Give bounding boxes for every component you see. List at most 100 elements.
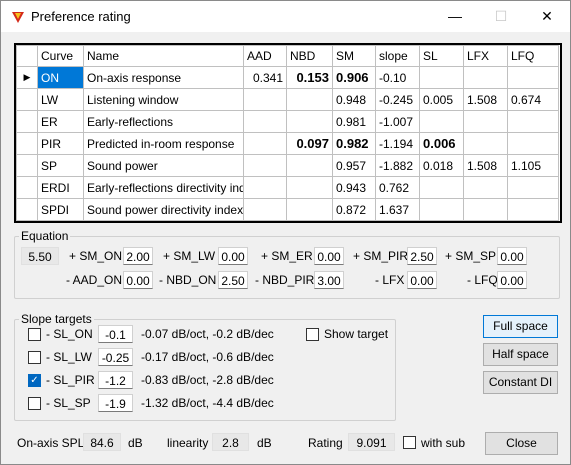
cell-name[interactable]: Sound power directivity index (83, 198, 244, 221)
sl-lw-checkbox[interactable] (28, 351, 41, 364)
row-selector[interactable] (16, 154, 38, 177)
constant-di-button[interactable]: Constant DI (483, 371, 558, 394)
cell-aad[interactable] (243, 110, 287, 133)
table-row[interactable]: PIR Predicted in-room response 0.097 0.9… (16, 132, 559, 155)
row-selector[interactable] (16, 110, 38, 133)
table-row[interactable]: ER Early-reflections 0.981 -1.007 (16, 110, 559, 133)
header-nbd[interactable]: NBD (286, 45, 333, 67)
cell-name[interactable]: Sound power (83, 154, 244, 177)
cell-lfx[interactable] (463, 176, 508, 199)
with-sub-label[interactable]: with sub (421, 436, 465, 450)
sl-sp-field[interactable]: -1.9 (98, 394, 133, 412)
rating-table[interactable]: Curve Name AAD NBD SM slope SL LFX LFQ ▶… (14, 43, 562, 223)
cell-aad[interactable] (243, 198, 287, 221)
sl-sp-checkbox[interactable] (28, 397, 41, 410)
cell-sl[interactable]: 0.005 (419, 88, 464, 111)
cell-lfq[interactable]: 0.674 (507, 88, 559, 111)
cell-slope[interactable]: 0.762 (375, 176, 420, 199)
cell-slope[interactable]: 1.637 (375, 198, 420, 221)
header-slope[interactable]: slope (375, 45, 420, 67)
cell-lfq[interactable] (507, 176, 559, 199)
cell-sl[interactable]: 0.018 (419, 154, 464, 177)
cell-curve[interactable]: ER (37, 110, 84, 133)
cell-slope[interactable]: -0.10 (375, 66, 420, 89)
sl-on-checkbox[interactable] (28, 328, 41, 341)
table-row[interactable]: SP Sound power 0.957 -1.882 0.018 1.508 … (16, 154, 559, 177)
cell-sm[interactable]: 0.943 (332, 176, 376, 199)
full-space-button[interactable]: Full space (483, 315, 558, 338)
table-row[interactable]: ERDI Early-reflections directivity index… (16, 176, 559, 199)
cell-nbd[interactable] (286, 198, 333, 221)
cell-slope[interactable]: -0.245 (375, 88, 420, 111)
cell-nbd[interactable]: 0.153 (286, 66, 333, 89)
cell-curve[interactable]: SP (37, 154, 84, 177)
cell-sm[interactable]: 0.957 (332, 154, 376, 177)
show-target-checkbox[interactable] (306, 328, 319, 341)
sl-lw-field[interactable]: -0.25 (98, 348, 133, 366)
row-selector[interactable] (16, 176, 38, 199)
sm-lw-field[interactable]: 0.00 (218, 247, 248, 265)
cell-lfx[interactable]: 1.508 (463, 154, 508, 177)
sm-sp-field[interactable]: 0.00 (497, 247, 527, 265)
cell-name[interactable]: Early-reflections (83, 110, 244, 133)
cell-lfx[interactable] (463, 110, 508, 133)
cell-name[interactable]: Listening window (83, 88, 244, 111)
cell-lfx[interactable] (463, 132, 508, 155)
table-row[interactable]: ▶ ON On-axis response 0.341 0.153 0.906 … (16, 66, 559, 89)
cell-lfx[interactable] (463, 66, 508, 89)
cell-sl[interactable] (419, 198, 464, 221)
cell-curve[interactable]: PIR (37, 132, 84, 155)
row-selector[interactable] (16, 198, 38, 221)
header-sm[interactable]: SM (332, 45, 376, 67)
sl-pir-field[interactable]: -1.2 (98, 371, 133, 389)
cell-nbd[interactable] (286, 176, 333, 199)
sm-er-field[interactable]: 0.00 (314, 247, 344, 265)
row-selector[interactable] (16, 88, 38, 111)
cell-lfq[interactable] (507, 66, 559, 89)
cell-slope[interactable]: -1.882 (375, 154, 420, 177)
cell-sm[interactable]: 0.982 (332, 132, 376, 155)
aad-on-field[interactable]: 0.00 (123, 271, 153, 289)
cell-lfq[interactable]: 1.105 (507, 154, 559, 177)
cell-aad[interactable]: 0.341 (243, 66, 287, 89)
minimize-button[interactable]: — (432, 1, 478, 32)
cell-sl[interactable] (419, 66, 464, 89)
cell-sl[interactable] (419, 110, 464, 133)
cell-lfq[interactable] (507, 132, 559, 155)
close-button[interactable]: Close (485, 432, 558, 455)
close-window-button[interactable]: ✕ (524, 1, 570, 32)
header-sl[interactable]: SL (419, 45, 464, 67)
cell-nbd[interactable] (286, 110, 333, 133)
header-aad[interactable]: AAD (243, 45, 287, 67)
sm-pir-field[interactable]: 2.50 (407, 247, 437, 265)
row-selector-icon[interactable]: ▶ (16, 66, 38, 89)
lfq-field[interactable]: 0.00 (497, 271, 527, 289)
cell-lfq[interactable] (507, 110, 559, 133)
cell-aad[interactable] (243, 176, 287, 199)
table-row[interactable]: SPDI Sound power directivity index 0.872… (16, 198, 559, 221)
cell-curve[interactable]: ERDI (37, 176, 84, 199)
half-space-button[interactable]: Half space (483, 343, 558, 366)
sl-on-field[interactable]: -0.1 (98, 325, 133, 343)
cell-name[interactable]: Early-reflections directivity index (83, 176, 244, 199)
cell-curve[interactable]: ON (37, 66, 84, 89)
cell-aad[interactable] (243, 88, 287, 111)
cell-aad[interactable] (243, 154, 287, 177)
cell-sm[interactable]: 0.981 (332, 110, 376, 133)
cell-name[interactable]: On-axis response (83, 66, 244, 89)
with-sub-checkbox[interactable] (403, 436, 416, 449)
sl-pir-checkbox[interactable]: ✓ (28, 374, 41, 387)
header-name[interactable]: Name (83, 45, 244, 67)
cell-curve[interactable]: LW (37, 88, 84, 111)
cell-sm[interactable]: 0.872 (332, 198, 376, 221)
cell-slope[interactable]: -1.007 (375, 110, 420, 133)
cell-lfx[interactable]: 1.508 (463, 88, 508, 111)
lfx-field[interactable]: 0.00 (407, 271, 437, 289)
row-selector[interactable] (16, 132, 38, 155)
cell-sl[interactable] (419, 176, 464, 199)
cell-nbd[interactable] (286, 154, 333, 177)
cell-name[interactable]: Predicted in-room response (83, 132, 244, 155)
cell-sm[interactable]: 0.948 (332, 88, 376, 111)
show-target-label[interactable]: Show target (324, 327, 388, 341)
cell-nbd[interactable] (286, 88, 333, 111)
